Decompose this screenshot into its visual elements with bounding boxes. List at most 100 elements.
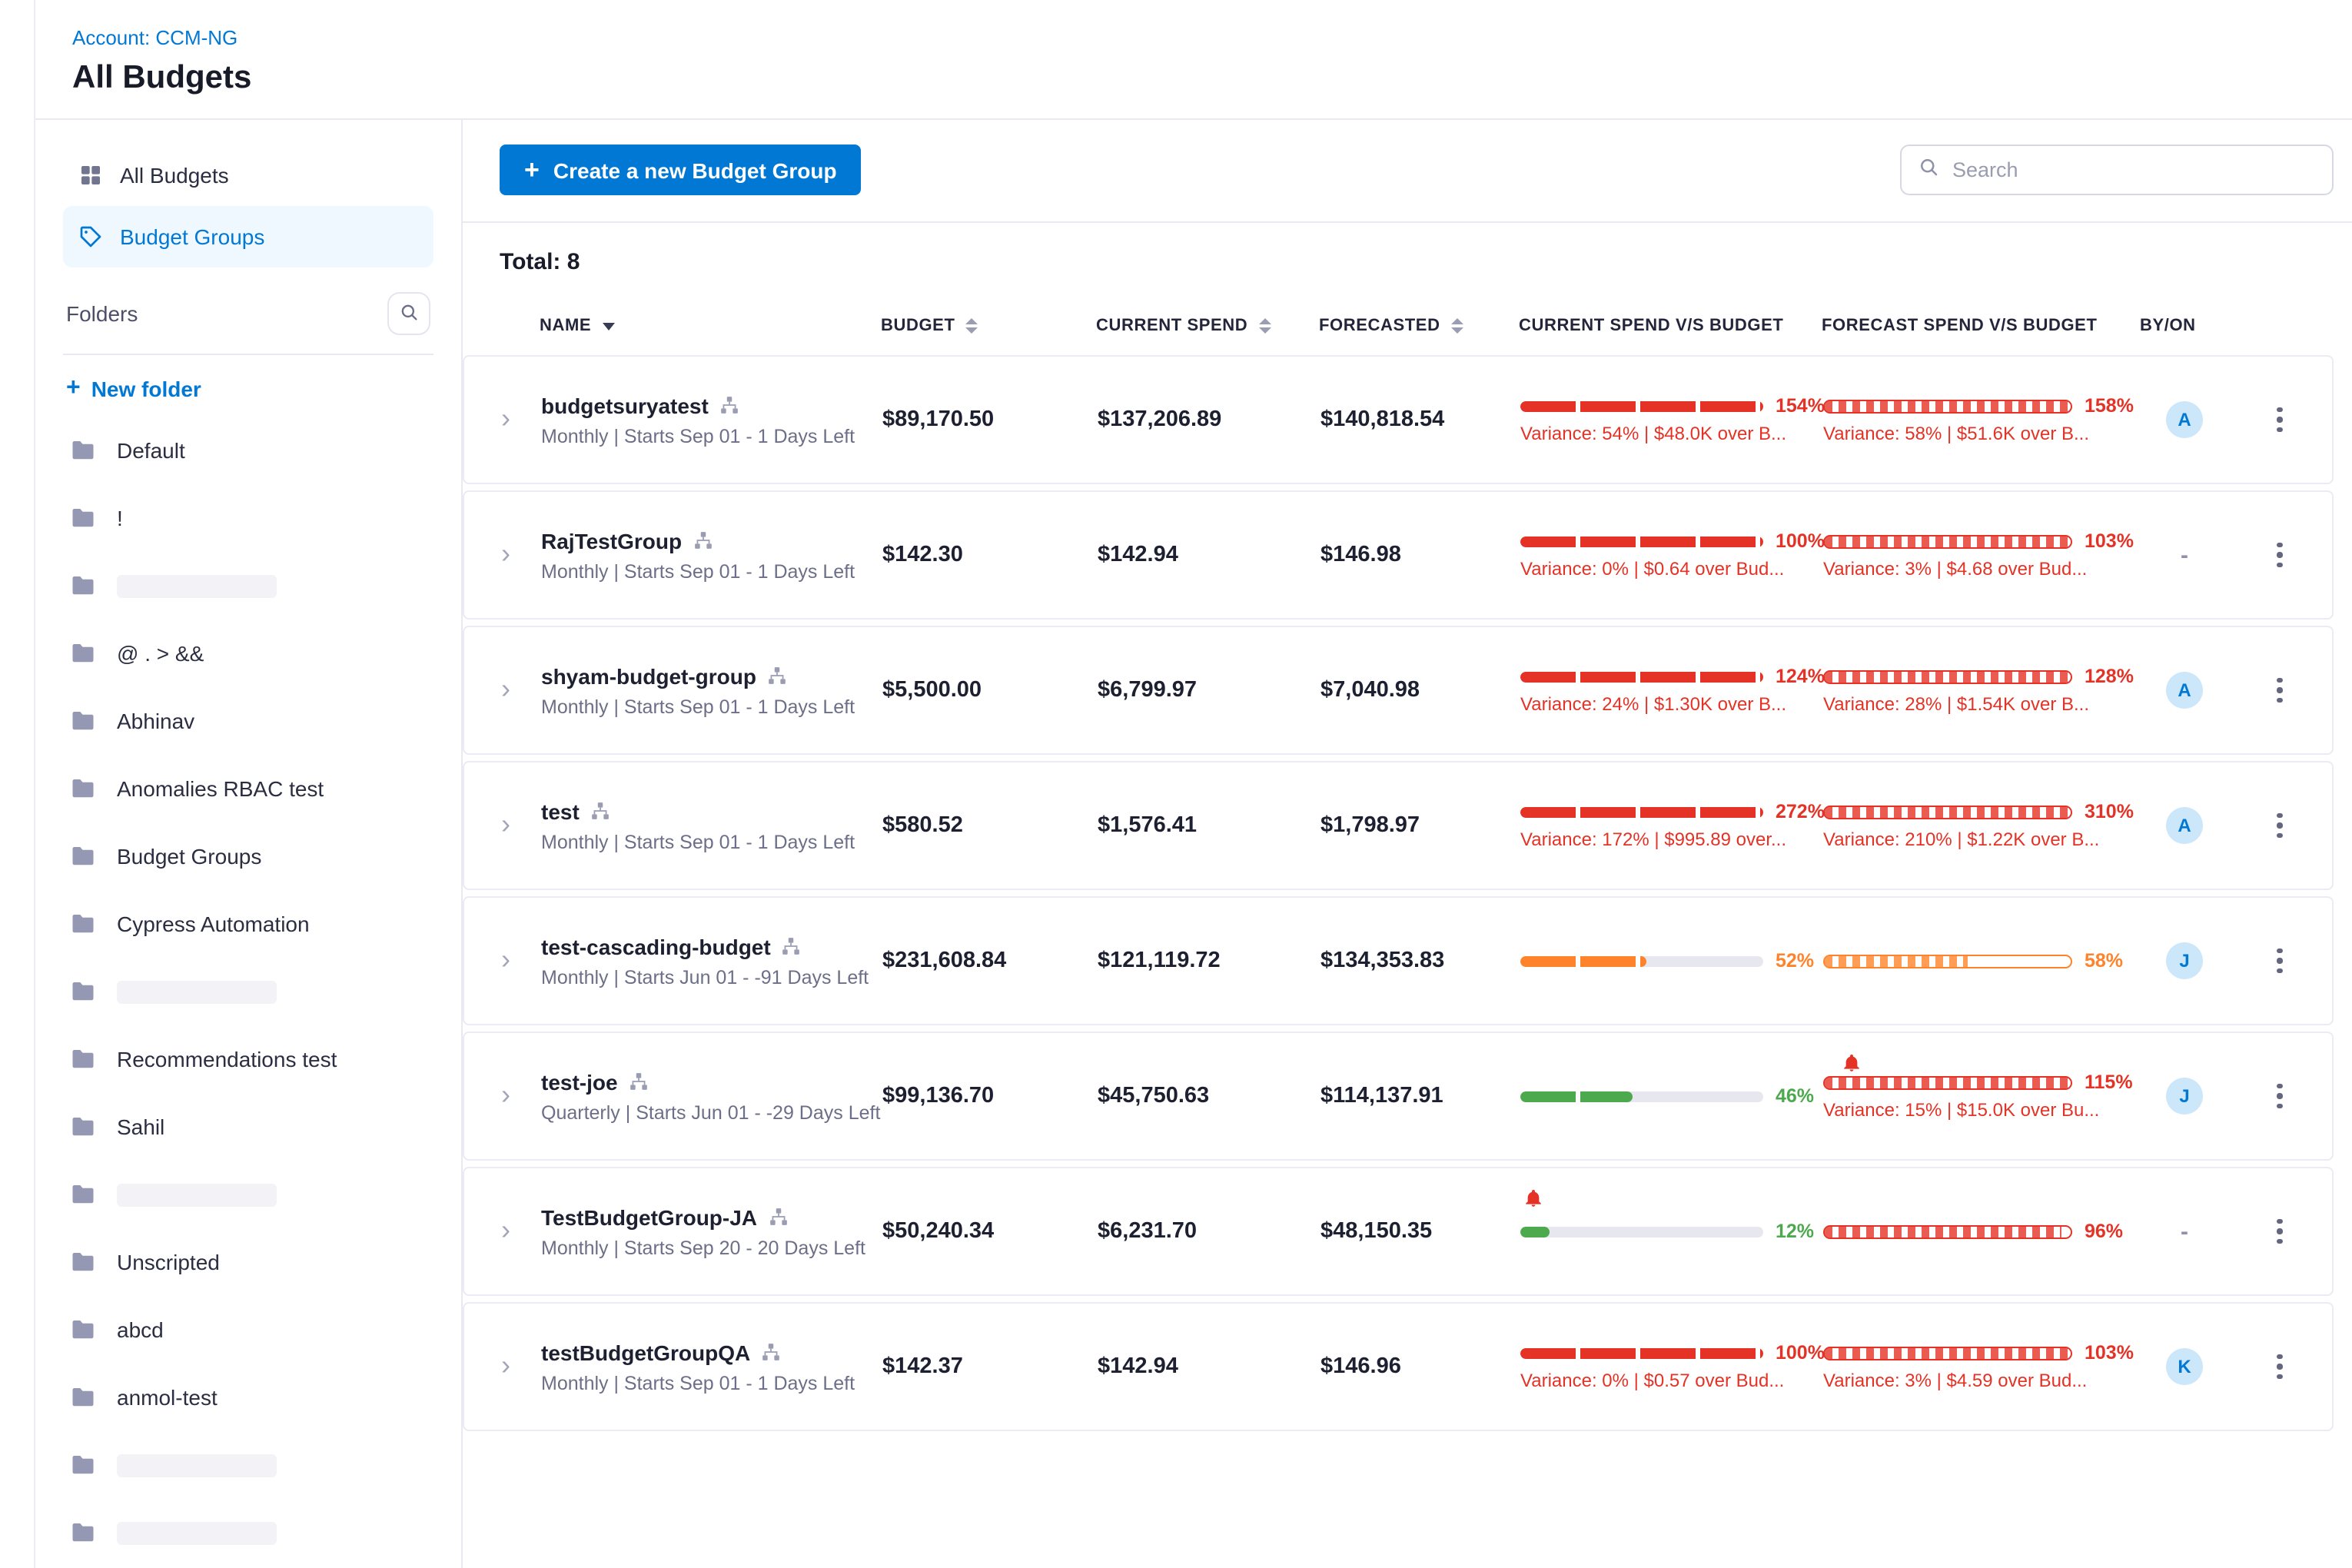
budget-group-name[interactable]: testBudgetGroupQA bbox=[541, 1340, 750, 1364]
current-spend-bar bbox=[1520, 536, 1763, 546]
table-row[interactable]: › shyam-budget-group Monthly | Starts Se… bbox=[463, 626, 2334, 755]
folder-search-button[interactable] bbox=[387, 292, 430, 335]
owner-avatar[interactable]: - bbox=[2166, 1213, 2203, 1250]
folder-icon bbox=[69, 1451, 97, 1479]
folder-item[interactable]: anmol-test bbox=[63, 1364, 434, 1431]
forecast-spend-percent: 96% bbox=[2085, 1221, 2123, 1242]
owner-avatar[interactable]: J bbox=[2166, 1078, 2203, 1115]
forecasted-value: $1,798.97 bbox=[1321, 813, 1520, 838]
folder-item[interactable] bbox=[63, 1431, 434, 1499]
table-row[interactable]: › testBudgetGroupQA Monthly | Starts Sep… bbox=[463, 1302, 2334, 1431]
forecast-spend-percent: 58% bbox=[2085, 950, 2123, 972]
search-input[interactable] bbox=[1952, 158, 2317, 181]
folders-section-label: Folders bbox=[66, 301, 138, 326]
folder-item[interactable]: Anomalies RBAC test bbox=[63, 755, 434, 822]
budget-group-name[interactable]: budgetsuryatest bbox=[541, 393, 709, 417]
row-expand-chevron-icon[interactable]: › bbox=[501, 945, 541, 977]
current-spend-value: $6,799.97 bbox=[1098, 678, 1321, 703]
budget-group-name[interactable]: test-joe bbox=[541, 1069, 618, 1094]
budget-group-name[interactable]: TestBudgetGroup-JA bbox=[541, 1204, 757, 1229]
folder-icon bbox=[69, 1181, 97, 1208]
sort-toggle-icon bbox=[966, 318, 978, 334]
folder-label-placeholder bbox=[117, 1521, 277, 1544]
folder-item[interactable] bbox=[63, 552, 434, 620]
folder-icon bbox=[69, 978, 97, 1005]
row-expand-chevron-icon[interactable]: › bbox=[501, 1080, 541, 1112]
table-row[interactable]: › test-cascading-budget Monthly | Starts… bbox=[463, 896, 2334, 1025]
row-options-kebab-button[interactable] bbox=[2268, 1210, 2292, 1254]
row-options-kebab-button[interactable] bbox=[2268, 669, 2292, 713]
row-options-kebab-button[interactable] bbox=[2268, 939, 2292, 983]
forecast-spend-bar-fill bbox=[1825, 536, 2071, 546]
forecast-spend-bar-fill bbox=[1825, 671, 2071, 682]
table-row[interactable]: › budgetsuryatest Monthly | Starts Sep 0… bbox=[463, 355, 2334, 484]
current-spend-percent: 100% bbox=[1776, 1342, 1825, 1364]
owner-avatar[interactable]: J bbox=[2166, 942, 2203, 979]
grid-icon bbox=[78, 163, 103, 188]
sidebar-item-budget-groups[interactable]: Budget Groups bbox=[63, 206, 434, 267]
owner-avatar[interactable]: - bbox=[2166, 537, 2203, 573]
owner-avatar[interactable]: A bbox=[2166, 807, 2203, 844]
forecast-spend-bar-fill bbox=[1825, 955, 1968, 966]
row-expand-chevron-icon[interactable]: › bbox=[501, 674, 541, 706]
account-breadcrumb-link[interactable]: Account: CCM-NG bbox=[72, 26, 238, 49]
budget-group-name[interactable]: test bbox=[541, 799, 580, 823]
folder-item[interactable] bbox=[63, 958, 434, 1025]
row-options-kebab-button[interactable] bbox=[2268, 398, 2292, 442]
folder-item[interactable]: ! bbox=[63, 484, 434, 552]
folder-item[interactable] bbox=[63, 1161, 434, 1228]
budget-group-name-cell: test-joe Quarterly | Starts Jun 01 - -29… bbox=[541, 1069, 882, 1123]
table-row[interactable]: › RajTestGroup Monthly | Starts Sep 01 -… bbox=[463, 490, 2334, 620]
row-options-kebab-button[interactable] bbox=[2268, 1075, 2292, 1118]
row-expand-chevron-icon[interactable]: › bbox=[501, 539, 541, 571]
column-header-current-spend[interactable]: CURRENT SPEND bbox=[1096, 317, 1319, 335]
forecast-spend-vs-budget-cell: 103% Variance: 3% | $4.68 over Bud... bbox=[1823, 492, 2141, 618]
folder-item[interactable]: Unscripted bbox=[63, 1228, 434, 1296]
column-header-forecasted[interactable]: FORECASTED bbox=[1319, 317, 1519, 335]
folder-item[interactable]: @ . > && bbox=[63, 620, 434, 687]
folder-label: Anomalies RBAC test bbox=[117, 776, 324, 801]
forecast-variance-label: Variance: 15% | $15.0K over Bu... bbox=[1823, 1099, 2118, 1121]
current-spend-vs-budget-cell: 46% bbox=[1520, 1033, 1823, 1159]
folder-item[interactable]: Default bbox=[63, 417, 434, 484]
row-expand-chevron-icon[interactable]: › bbox=[501, 809, 541, 842]
folder-item[interactable]: Sahil bbox=[63, 1093, 434, 1161]
table-row[interactable]: › test-joe Quarterly | Starts Jun 01 - -… bbox=[463, 1031, 2334, 1161]
current-variance-label: Variance: 0% | $0.57 over Bud... bbox=[1520, 1370, 1815, 1391]
sidebar-item-all-budgets[interactable]: All Budgets bbox=[63, 145, 434, 206]
column-header-budget[interactable]: BUDGET bbox=[881, 317, 1096, 335]
forecast-spend-bar bbox=[1823, 954, 2072, 968]
folder-label: Default bbox=[117, 438, 185, 463]
budget-group-name[interactable]: shyam-budget-group bbox=[541, 663, 756, 688]
new-folder-button[interactable]: + New folder bbox=[63, 355, 434, 407]
table-row[interactable]: › TestBudgetGroup-JA Monthly | Starts Se… bbox=[463, 1167, 2334, 1296]
budget-group-name[interactable]: test-cascading-budget bbox=[541, 934, 771, 958]
owner-avatar[interactable]: K bbox=[2166, 1348, 2203, 1385]
column-header-name[interactable]: NAME bbox=[540, 317, 881, 335]
row-options-kebab-button[interactable] bbox=[2268, 804, 2292, 848]
folder-item[interactable] bbox=[63, 1499, 434, 1566]
row-expand-chevron-icon[interactable]: › bbox=[501, 404, 541, 436]
table-row[interactable]: › test Monthly | Starts Sep 01 - 1 Days … bbox=[463, 761, 2334, 890]
current-spend-value: $137,206.89 bbox=[1098, 407, 1321, 432]
row-expand-chevron-icon[interactable]: › bbox=[501, 1215, 541, 1247]
forecast-spend-vs-budget-cell: 310% Variance: 210% | $1.22K over B... bbox=[1823, 762, 2141, 889]
row-options-kebab-button[interactable] bbox=[2268, 1345, 2292, 1389]
budget-group-name[interactable]: RajTestGroup bbox=[541, 528, 682, 553]
budget-period-subtitle: Monthly | Starts Sep 01 - 1 Days Left bbox=[541, 831, 882, 852]
current-spend-percent: 100% bbox=[1776, 530, 1825, 552]
folder-item[interactable]: abcd bbox=[63, 1296, 434, 1364]
row-options-kebab-button[interactable] bbox=[2268, 533, 2292, 577]
row-expand-chevron-icon[interactable]: › bbox=[501, 1350, 541, 1383]
folder-item[interactable]: Budget Groups bbox=[63, 822, 434, 890]
folder-item[interactable]: Abhinav bbox=[63, 687, 434, 755]
budget-value: $580.52 bbox=[882, 813, 1098, 838]
owner-avatar[interactable]: A bbox=[2166, 401, 2203, 438]
current-spend-bar-fill bbox=[1520, 536, 1763, 546]
folder-item[interactable]: Recommendations test bbox=[63, 1025, 434, 1093]
folder-item[interactable]: Cypress Automation bbox=[63, 890, 434, 958]
create-budget-group-button[interactable]: + Create a new Budget Group bbox=[500, 145, 862, 195]
folder-label: anmol-test bbox=[117, 1385, 218, 1410]
folder-label: Abhinav bbox=[117, 709, 194, 733]
owner-avatar[interactable]: A bbox=[2166, 672, 2203, 709]
